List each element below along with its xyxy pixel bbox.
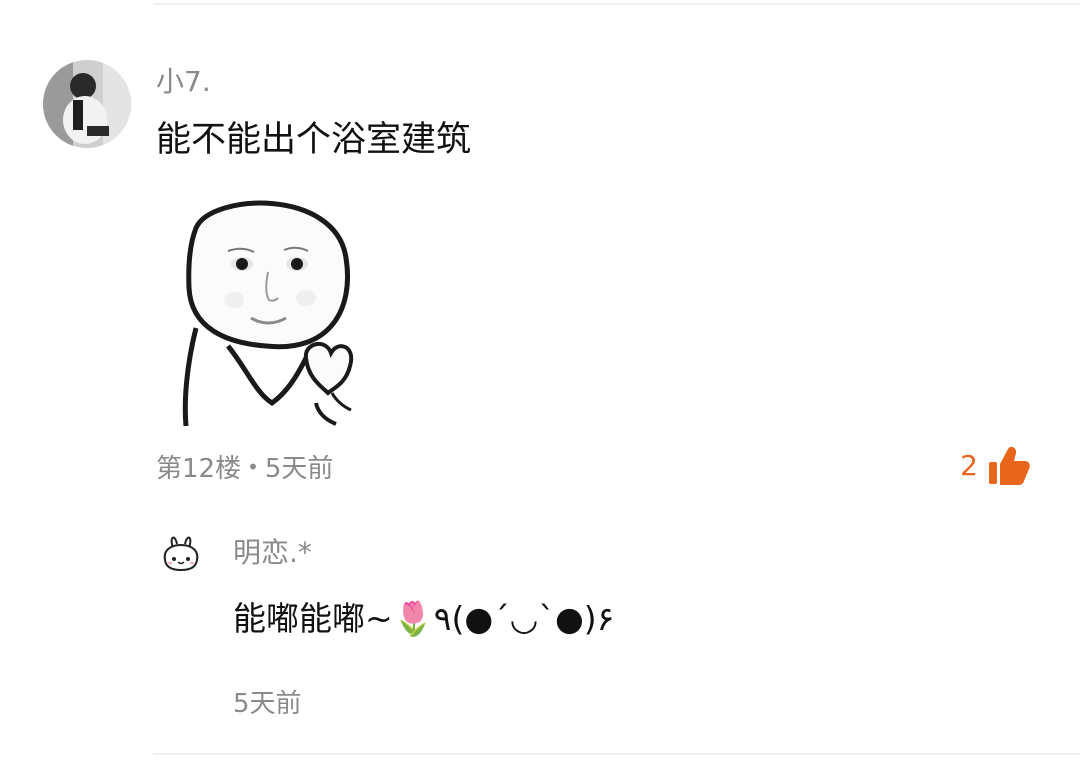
bunny-avatar-icon <box>157 530 205 578</box>
meme-face-sticker <box>156 188 378 427</box>
reply-time: 5天前 <box>233 689 302 719</box>
thumbs-up-icon <box>989 446 1030 485</box>
reply-username[interactable]: 明恋.* <box>233 535 312 571</box>
like-button[interactable]: 2 <box>960 446 1030 486</box>
comment-time: 5天前 <box>264 454 334 484</box>
bottom-divider <box>153 753 1080 755</box>
comment-username[interactable]: 小7. <box>156 64 211 100</box>
avatar-photo <box>43 60 131 148</box>
meta-separator: • <box>247 455 259 479</box>
reply-text: 能嘟能嘟~🌷٩(●´◡`●)۶ <box>233 599 615 638</box>
like-count: 2 <box>960 449 978 482</box>
meme-sticker-image[interactable] <box>156 188 378 427</box>
reply-user-avatar[interactable] <box>157 530 205 578</box>
comment-text: 能不能出个浴室建筑 <box>156 120 472 160</box>
user-avatar[interactable] <box>43 60 131 148</box>
top-divider <box>153 3 1080 5</box>
comment-meta: 第12楼 • 5天前 <box>156 449 333 487</box>
floor-number: 第12楼 <box>156 454 242 484</box>
comment-thread: 小7. 能不能出个浴室建筑 第12楼 • 5天前 2 明恋.* 能嘟能嘟~🌷٩(… <box>0 0 1080 761</box>
